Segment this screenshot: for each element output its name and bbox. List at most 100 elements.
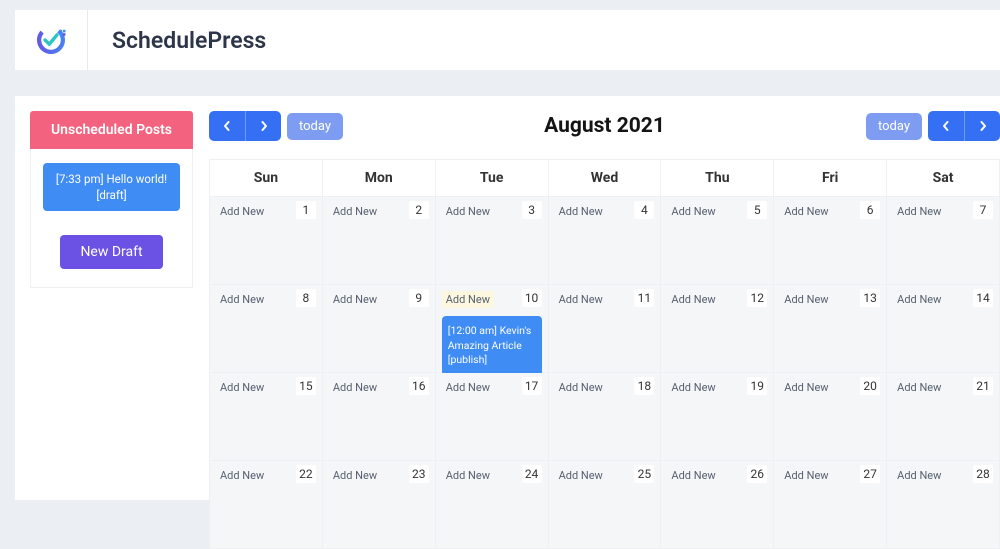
add-new-button[interactable]: Add New	[555, 467, 607, 484]
month-title: August 2021	[349, 114, 860, 138]
add-new-button[interactable]: Add New	[329, 291, 381, 308]
add-new-button[interactable]: Add New	[216, 203, 268, 220]
prev-month-button-2[interactable]	[928, 111, 964, 141]
calendar-main: today August 2021 today SunMonTueWedThuF…	[193, 111, 1000, 500]
chevron-right-icon	[259, 121, 269, 131]
add-new-button[interactable]: Add New	[667, 291, 719, 308]
add-new-button[interactable]: Add New	[555, 379, 607, 396]
sidebar: Unscheduled Posts [7:33 pm] Hello world!…	[30, 111, 193, 500]
unscheduled-post[interactable]: [7:33 pm] Hello world! [draft]	[43, 163, 180, 211]
day-number: 8	[296, 289, 316, 307]
add-new-button[interactable]: Add New	[780, 467, 832, 484]
add-new-button[interactable]: Add New	[780, 203, 832, 220]
day-number: 6	[860, 201, 880, 219]
day-number: 3	[522, 201, 542, 219]
calendar-cell[interactable]: Add New 6	[774, 197, 887, 285]
calendar-cell[interactable]: Add New14	[887, 285, 1000, 373]
calendar-cell[interactable]: Add New5	[661, 197, 774, 285]
day-number: 17	[522, 377, 542, 395]
add-new-button[interactable]: Add New	[216, 467, 268, 484]
calendar-cell[interactable]: Add New 18	[549, 373, 662, 461]
dow-header: Tue	[436, 160, 549, 197]
add-new-button[interactable]: Add New	[442, 203, 494, 220]
add-new-button[interactable]: Add New	[780, 379, 832, 396]
workspace: Unscheduled Posts [7:33 pm] Hello world!…	[15, 96, 1000, 500]
add-new-button[interactable]: Add New	[893, 291, 945, 308]
today-button-left[interactable]: today	[287, 113, 343, 140]
add-new-button[interactable]: Add New	[780, 291, 832, 308]
dow-header: Wed	[549, 160, 662, 197]
calendar-cell[interactable]: Add New 25	[549, 461, 662, 549]
new-draft-button[interactable]: New Draft	[60, 235, 162, 269]
next-month-button-2[interactable]	[964, 111, 1000, 141]
day-number: 22	[296, 465, 316, 483]
calendar-cell[interactable]: Add New16	[323, 373, 436, 461]
day-number: 9	[409, 289, 429, 307]
calendar-cell[interactable]: Add New 28	[887, 461, 1000, 549]
add-new-button[interactable]: Add New	[893, 379, 945, 396]
calendar-cell[interactable]: Add New 17	[436, 373, 549, 461]
scheduled-post[interactable]: [12:00 am] Kevin's Amazing Article[publi…	[442, 316, 542, 376]
day-number: 4	[634, 201, 654, 219]
add-new-button[interactable]: Add New	[442, 467, 494, 484]
sidebar-header: Unscheduled Posts	[30, 111, 193, 149]
day-number: 18	[634, 377, 654, 395]
app-title: SchedulePress	[112, 27, 266, 54]
add-new-button[interactable]: Add New	[329, 379, 381, 396]
add-new-button[interactable]: Add New	[329, 203, 381, 220]
calendar-cell[interactable]: Add New 20	[774, 373, 887, 461]
add-new-button[interactable]: Add New	[667, 467, 719, 484]
add-new-button[interactable]: Add New	[329, 467, 381, 484]
day-number: 1	[296, 201, 316, 219]
calendar-cell[interactable]: Add New23	[323, 461, 436, 549]
calendar-cell[interactable]: Add New 11	[549, 285, 662, 373]
post-time: [7:33 pm]	[56, 172, 104, 186]
calendar-cell[interactable]: Add New 24	[436, 461, 549, 549]
calendar-cell[interactable]: Add New 4	[549, 197, 662, 285]
add-new-button[interactable]: Add New	[667, 379, 719, 396]
calendar-cell[interactable]: Add New2	[323, 197, 436, 285]
add-new-button[interactable]: Add New	[442, 379, 494, 396]
calendar-cell[interactable]: Add New7	[887, 197, 1000, 285]
dow-header: Sat	[887, 160, 1000, 197]
day-number: 19	[747, 377, 767, 395]
today-button-right[interactable]: today	[866, 113, 922, 140]
add-new-button[interactable]: Add New	[667, 203, 719, 220]
post-time: [12:00 am]	[448, 324, 497, 337]
calendar-cell[interactable]: Add New 10 [12:00 am] Kevin's Amazing Arti…	[436, 285, 549, 373]
sidebar-body: [7:33 pm] Hello world! [draft] New Draft	[30, 149, 193, 288]
calendar-cell[interactable]: Add New 21	[887, 373, 1000, 461]
add-new-button[interactable]: Add New	[442, 291, 494, 308]
day-number: 21	[973, 377, 993, 395]
calendar-cell[interactable]: Add New12	[661, 285, 774, 373]
calendar-cell[interactable]: Add New27	[774, 461, 887, 549]
calendar-toolbar: today August 2021 today	[209, 111, 1000, 159]
add-new-button[interactable]: Add New	[216, 379, 268, 396]
title-bar: SchedulePress	[88, 10, 1000, 70]
add-new-button[interactable]: Add New	[555, 203, 607, 220]
calendar-cell[interactable]: Add New26	[661, 461, 774, 549]
calendar-cell[interactable]: Add New15	[210, 373, 323, 461]
add-new-button[interactable]: Add New	[216, 291, 268, 308]
calendar-cell[interactable]: Add New 19	[661, 373, 774, 461]
calendar-cell[interactable]: Add New13	[774, 285, 887, 373]
day-number: 25	[634, 465, 654, 483]
day-number: 28	[973, 465, 993, 483]
calendar-cell[interactable]: Add New 8	[210, 285, 323, 373]
add-new-button[interactable]: Add New	[555, 291, 607, 308]
calendar-cell[interactable]: Add New 9	[323, 285, 436, 373]
calendar-cell[interactable]: Add New 3	[436, 197, 549, 285]
day-number: 11	[634, 289, 654, 307]
add-new-button[interactable]: Add New	[893, 467, 945, 484]
day-number: 20	[860, 377, 880, 395]
add-new-button[interactable]: Add New	[893, 203, 945, 220]
dow-header: Thu	[661, 160, 774, 197]
calendar-cell[interactable]: Add New 22	[210, 461, 323, 549]
topbar: SchedulePress	[0, 0, 1000, 70]
logo	[15, 10, 88, 70]
day-number: 10	[522, 289, 542, 307]
prev-month-button[interactable]	[209, 111, 245, 141]
calendar-cell[interactable]: Add New 1	[210, 197, 323, 285]
day-number: 24	[522, 465, 542, 483]
next-month-button[interactable]	[245, 111, 281, 141]
